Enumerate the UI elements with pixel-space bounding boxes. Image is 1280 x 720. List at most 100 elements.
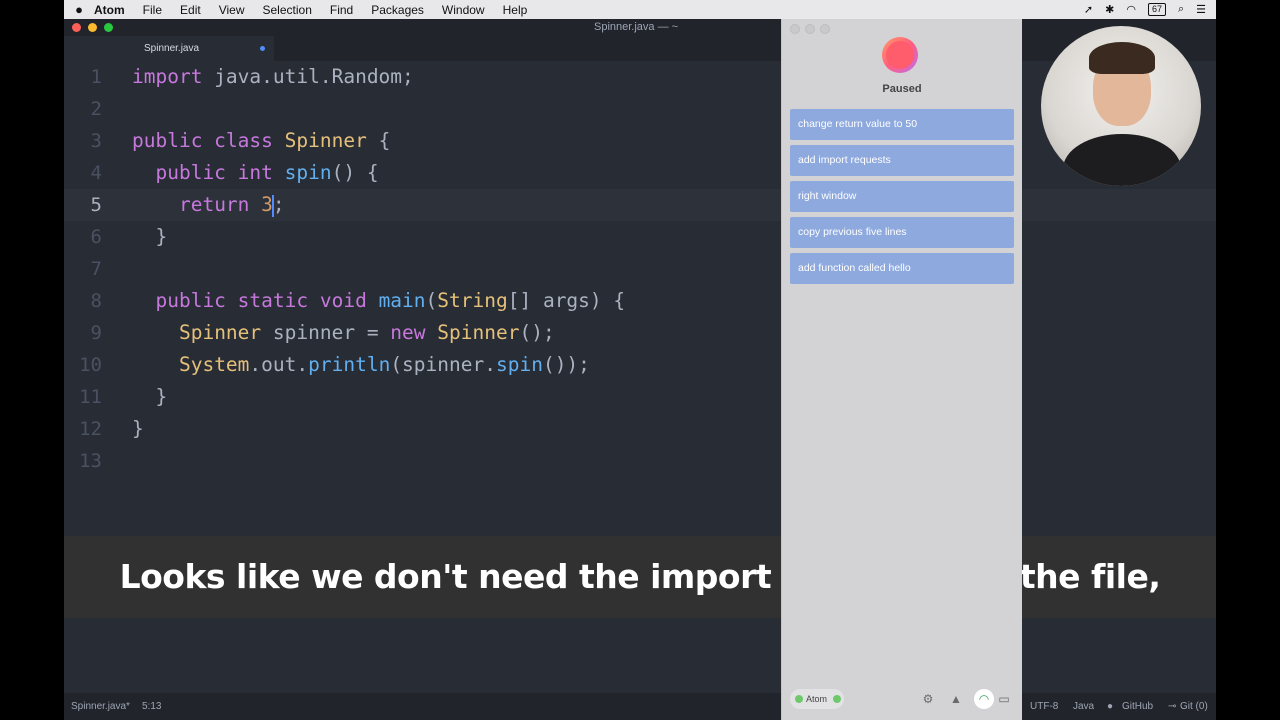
gear-status-icon[interactable]: ✱ [1105,3,1114,16]
list-icon[interactable]: ☰ [1196,3,1206,16]
status-grammar[interactable]: Java [1073,701,1094,712]
apple-icon[interactable]: ● [64,2,94,17]
status-cursor-position[interactable]: 5:13 [142,701,161,712]
line-number[interactable]: 3 [64,125,102,157]
settings-icon[interactable]: ⚙ [918,689,938,709]
code-text[interactable]: public int spin() { [132,157,379,189]
panel-close-button[interactable] [790,24,800,34]
wifi-icon[interactable]: ◠ [974,689,994,709]
editor-lower-area [64,618,1216,693]
battery-icon[interactable]: 67 [1147,3,1166,16]
line-number[interactable]: 7 [64,253,102,285]
code-line[interactable]: 6 } [64,221,1216,253]
line-number[interactable]: 11 [64,381,102,413]
close-button[interactable] [72,23,81,32]
suggestion-item[interactable]: change return value to 50 [790,109,1014,140]
active-app-indicator[interactable]: Atom [790,689,844,709]
code-text[interactable]: } [132,413,144,445]
microphone-button[interactable] [882,37,918,73]
wifi-icon[interactable]: ◠ [1126,3,1136,16]
code-token: spin [284,161,332,184]
code-token: ; [272,193,285,216]
menu-packages[interactable]: Packages [371,3,424,17]
menu-help[interactable]: Help [503,3,528,17]
code-line[interactable]: 8 public static void main(String[] args)… [64,285,1216,317]
menu-find[interactable]: Find [330,3,353,17]
tab-label: Spinner.java [144,43,200,54]
menu-view[interactable]: View [219,3,245,17]
menu-selection[interactable]: Selection [263,3,312,17]
search-icon[interactable]: ⌕ [1178,3,1184,16]
modified-dot-icon[interactable] [260,46,265,51]
line-number[interactable]: 1 [64,61,102,93]
code-text[interactable]: import java.util.Random; [132,61,414,93]
code-token: } [132,417,144,440]
minimize-button[interactable] [88,23,97,32]
code-text[interactable]: } [132,381,167,413]
code-token: java.util.Random; [202,65,414,88]
menu-file[interactable]: File [143,3,162,17]
code-token: Spinner [437,321,520,344]
code-token: () { [331,161,379,184]
line-number[interactable]: 6 [64,221,102,253]
line-number[interactable]: 8 [64,285,102,317]
menu-edit[interactable]: Edit [180,3,201,17]
tab-spinner-java[interactable]: Spinner.java [64,36,274,61]
code-text[interactable]: return 3; [132,189,285,221]
rocket-icon[interactable]: ➚ [1084,3,1093,16]
zoom-button[interactable] [104,23,113,32]
code-text[interactable]: } [132,221,167,253]
line-number[interactable]: 10 [64,349,102,381]
code-line[interactable]: 10 System.out.println(spinner.spin()); [64,349,1216,381]
suggestion-item[interactable]: add function called hello [790,253,1014,284]
menu-window[interactable]: Window [442,3,485,17]
code-line[interactable]: 7 [64,253,1216,285]
panel-minimize-button[interactable] [805,24,815,34]
code-token: println [308,353,391,376]
code-line[interactable]: 13 [64,445,1216,477]
code-line[interactable]: 9 Spinner spinner = new Spinner(); [64,317,1216,349]
code-line[interactable]: 11 } [64,381,1216,413]
code-token: spinner = [261,321,391,344]
webcam-overlay [1041,26,1201,186]
code-editor[interactable]: 1 import java.util.Random; 2 3 public class … [64,61,1216,536]
status-github[interactable]: GitHub [1122,701,1153,712]
line-number[interactable]: 5 [64,189,102,221]
panel-zoom-button[interactable] [820,24,830,34]
code-line[interactable]: 4 public int spin() { [64,157,1216,189]
suggestion-item[interactable]: right window [790,181,1014,212]
git-branch-icon[interactable]: ⊸ [1168,701,1176,712]
menu-atom[interactable]: Atom [94,3,125,17]
code-text[interactable]: public static void main(String[] args) { [132,285,625,317]
code-token: Spinner [284,129,367,152]
code-text[interactable]: public class Spinner { [132,125,390,157]
line-number[interactable]: 4 [64,157,102,189]
tutorial-icon[interactable]: ▲ [946,689,966,709]
status-git[interactable]: Git (0) [1180,701,1208,712]
line-number[interactable]: 2 [64,93,102,125]
code-text[interactable]: System.out.println(spinner.spin()); [132,349,590,381]
line-number[interactable]: 13 [64,445,102,477]
code-line[interactable]: 5 return 3; [64,189,1216,221]
code-token: (spinner. [390,353,496,376]
status-dot-icon [795,695,803,703]
code-token: System [178,353,250,376]
code-line[interactable]: 3 public class Spinner { [64,125,1216,157]
code-line[interactable]: 12} [64,413,1216,445]
monitor-icon[interactable]: ▭ [994,689,1014,709]
line-number[interactable]: 12 [64,413,102,445]
code-token: import [132,65,203,88]
menu-bar: ● Atom File Edit View Selection Find Pac… [64,0,1216,19]
status-file-name[interactable]: Spinner.java* [71,701,130,712]
code-text[interactable]: Spinner spinner = new Spinner(); [132,317,555,349]
status-encoding[interactable]: UTF-8 [1030,701,1058,712]
suggestion-item[interactable]: add import requests [790,145,1014,176]
suggestion-item[interactable]: copy previous five lines [790,217,1014,248]
line-number[interactable]: 9 [64,317,102,349]
github-icon[interactable]: ● [1107,701,1113,712]
listening-status: Paused [882,83,922,95]
code-token: (); [519,321,555,344]
